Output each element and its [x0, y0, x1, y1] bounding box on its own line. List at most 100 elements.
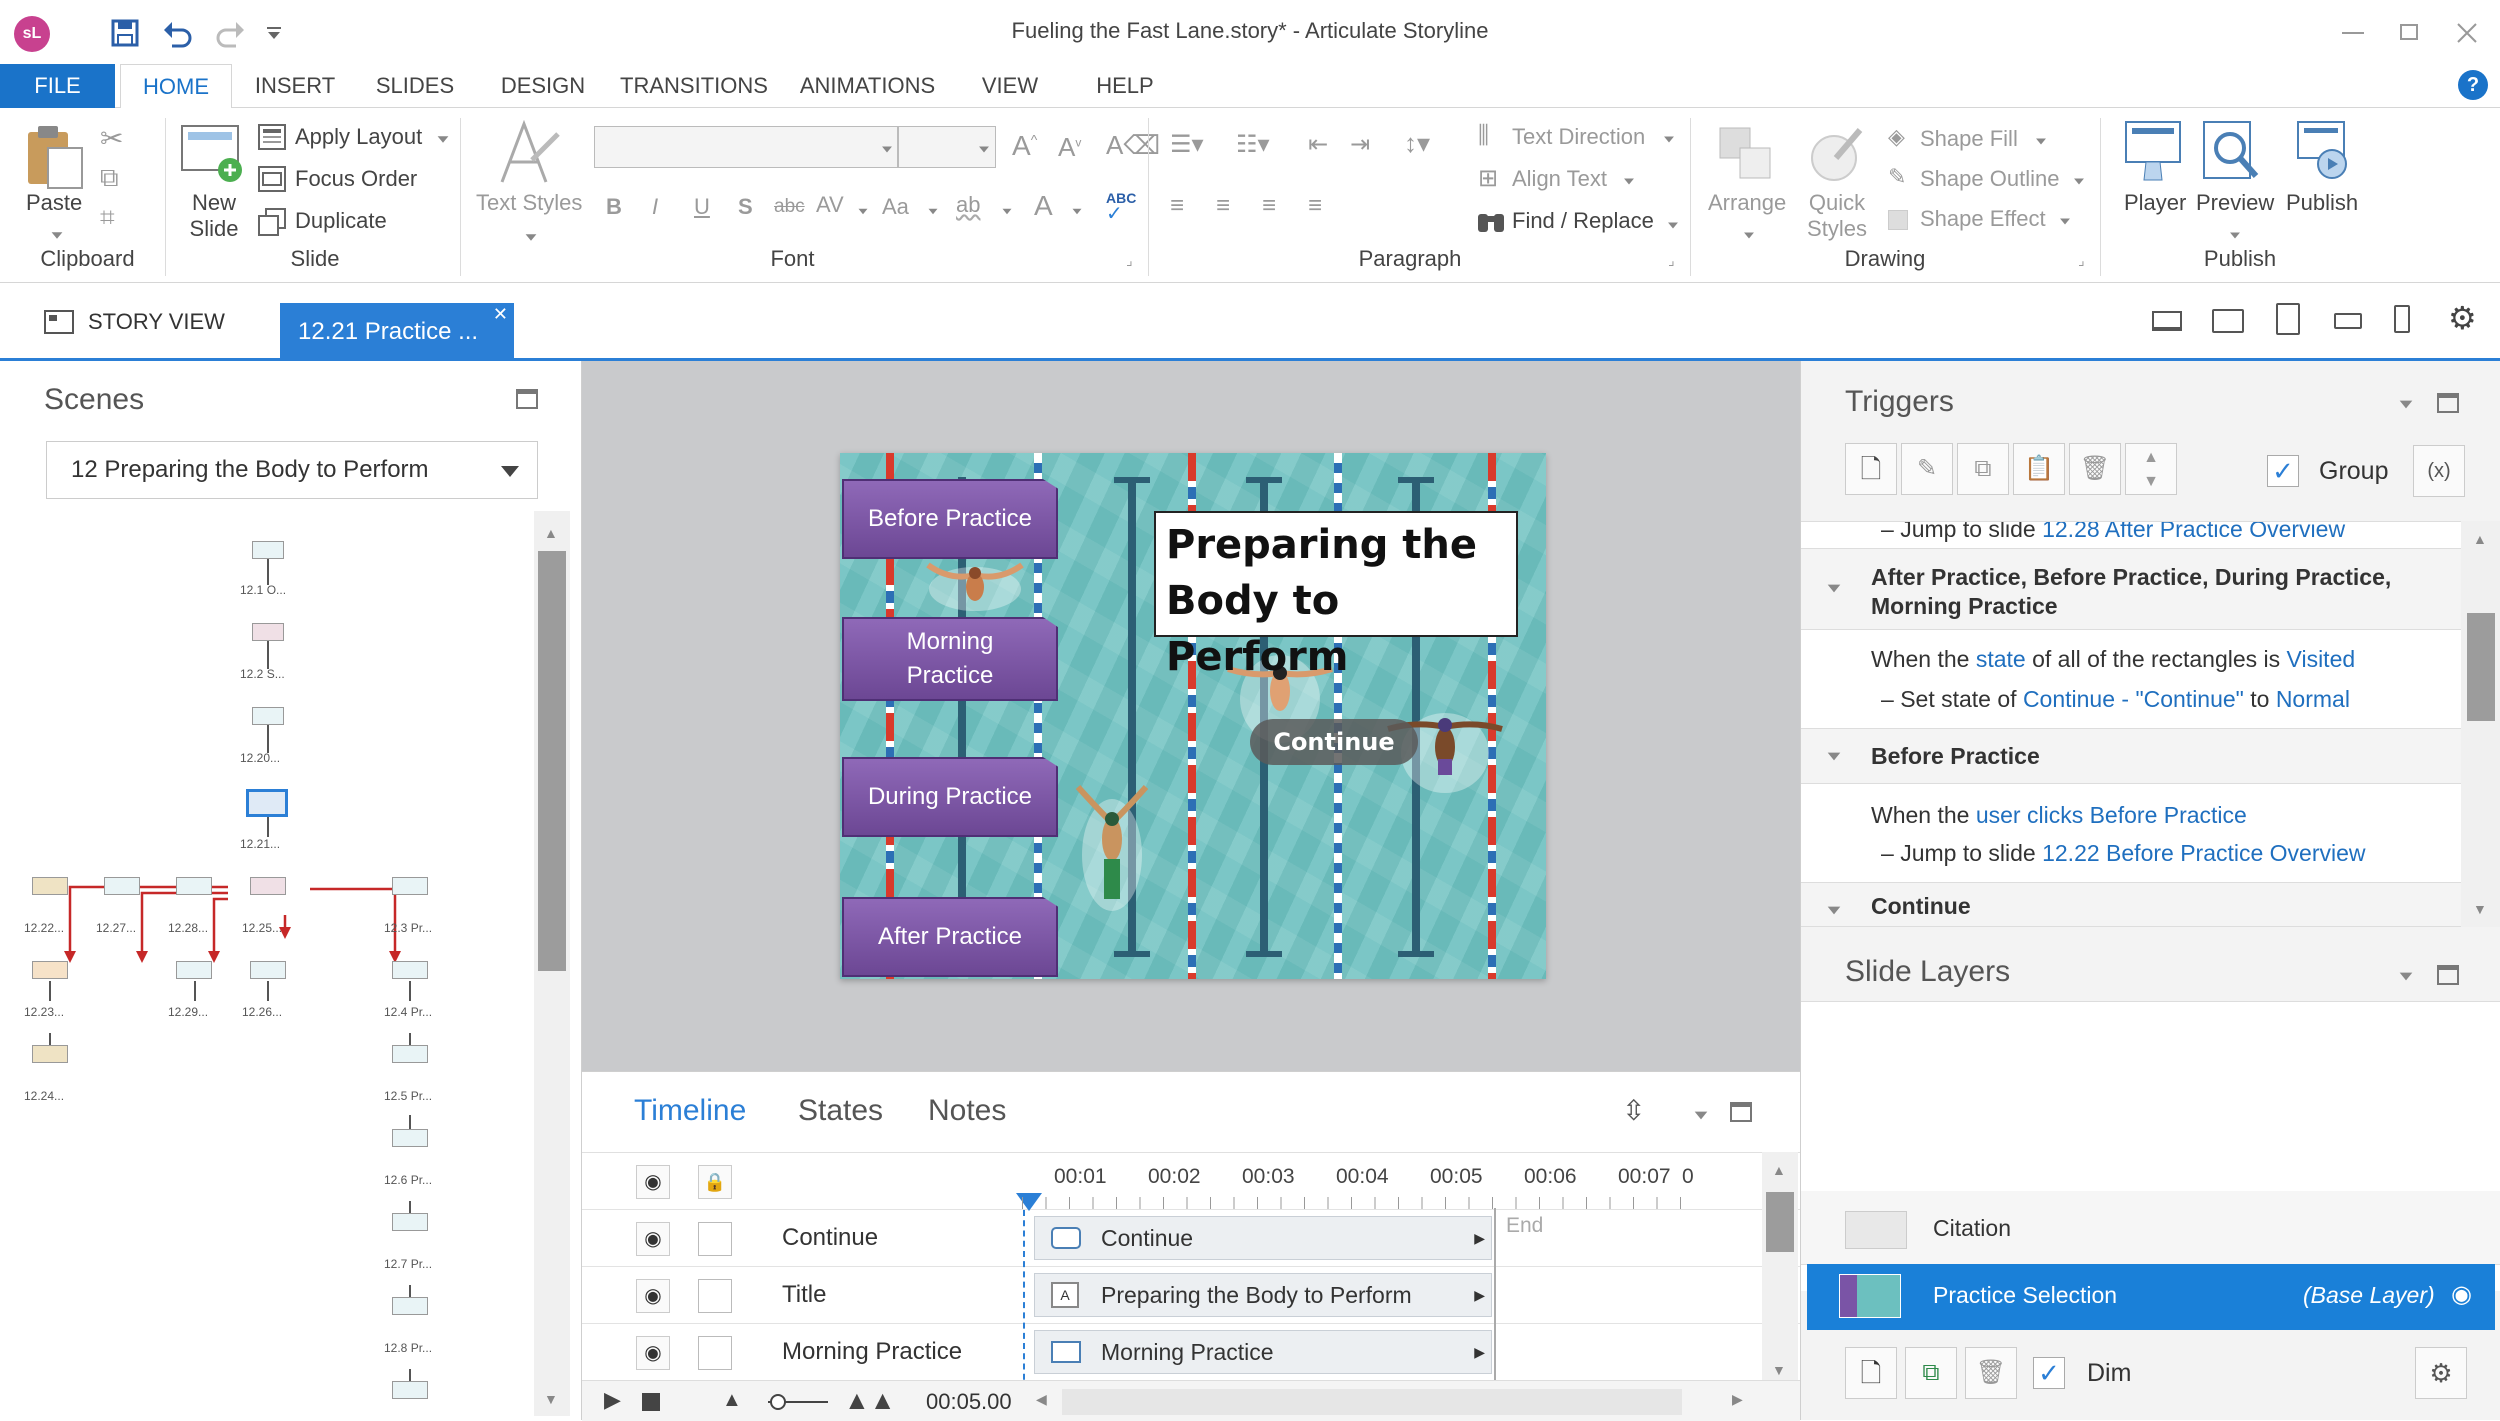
h-scroll-left[interactable]: ◀ [1036, 1391, 1047, 1408]
numbering-icon[interactable]: ☷▾ [1236, 130, 1270, 159]
scroll-down-arrow[interactable]: ▼ [1772, 1362, 1786, 1378]
scene-node-12-2[interactable] [252, 623, 284, 641]
text-direction-button[interactable]: Text Direction [1512, 124, 1645, 150]
scroll-up-arrow[interactable]: ▲ [2473, 531, 2487, 547]
trigger-section-header[interactable]: Continue [1801, 882, 2461, 926]
copy-trigger-icon[interactable]: ⧉ [1957, 443, 2009, 495]
bold-button[interactable]: B [606, 194, 622, 220]
scene-node-12-24[interactable] [32, 1045, 68, 1063]
delete-layer-icon[interactable]: 🗑 [1965, 1347, 2017, 1399]
expand-arrow-icon[interactable]: ▶ [1474, 1217, 1485, 1259]
apply-layout-button[interactable]: Apply Layout [295, 124, 422, 150]
timeline-row[interactable]: ◉ Title A Preparing the Body to Perform … [582, 1267, 1800, 1324]
tab-timeline[interactable]: Timeline [634, 1094, 746, 1128]
tab-design[interactable]: DESIGN [488, 64, 598, 108]
scene-node-12-1[interactable] [252, 541, 284, 559]
shape-outline-dropdown[interactable] [2074, 178, 2084, 185]
char-spacing-dropdown[interactable] [858, 208, 868, 215]
paragraph-dialog-launcher[interactable]: ⌟ [1668, 252, 1675, 269]
shape-fill-dropdown[interactable] [2036, 138, 2046, 145]
quick-styles-icon[interactable] [1806, 124, 1866, 184]
row-lock-checkbox[interactable] [698, 1279, 732, 1313]
scene-node-12-25[interactable] [250, 877, 286, 895]
shadow-button[interactable]: S [738, 194, 753, 220]
line-spacing-icon[interactable]: ↕▾ [1404, 128, 1430, 159]
player-button[interactable]: Player [2124, 190, 2186, 216]
device-tablet-landscape-icon[interactable] [2212, 309, 2244, 333]
scroll-up-arrow[interactable]: ▲ [544, 525, 558, 541]
tab-insert[interactable]: INSERT [242, 64, 348, 108]
tab-file[interactable]: FILE [0, 64, 115, 108]
text-styles-dropdown[interactable] [525, 234, 537, 241]
scroll-down-arrow[interactable]: ▼ [2473, 901, 2487, 917]
change-case-button[interactable]: Aa [882, 194, 909, 220]
scroll-up-arrow[interactable]: ▲ [1772, 1162, 1786, 1178]
italic-button[interactable]: I [652, 194, 658, 220]
underline-button[interactable]: U [694, 194, 710, 220]
morning-practice-button[interactable]: Morning Practice [842, 617, 1058, 701]
spell-check-icon[interactable]: ABC ✓ [1106, 190, 1136, 224]
row-eye-icon[interactable]: ◉ [636, 1222, 670, 1256]
trigger-section-header[interactable]: Before Practice [1801, 728, 2461, 784]
font-color-button[interactable]: A [1034, 190, 1053, 222]
slide[interactable]: Preparing the Body to Perform Continue B… [840, 453, 1546, 979]
cut-icon[interactable]: ✂ [100, 122, 123, 155]
h-scrollbar[interactable] [1062, 1389, 1682, 1415]
zoom-out-icon[interactable]: ▲ [722, 1389, 742, 1412]
triggers-menu-dropdown[interactable] [2399, 400, 2413, 409]
layers-popout-icon[interactable] [2437, 965, 2459, 985]
trigger-condition-line[interactable]: When the state of all of the rectangles … [1871, 646, 2355, 673]
new-layer-icon[interactable]: 🗋 [1845, 1347, 1897, 1399]
scene-node-12-22[interactable] [32, 877, 68, 895]
scene-node-12-27[interactable] [104, 877, 140, 895]
row-lock-checkbox[interactable] [698, 1336, 732, 1370]
decrease-indent-icon[interactable]: ⇤ [1308, 130, 1328, 159]
layers-menu-dropdown[interactable] [2399, 972, 2413, 981]
timeline-bar[interactable]: Morning Practice ▶ [1034, 1330, 1492, 1374]
align-right-icon[interactable]: ≡ [1262, 192, 1276, 220]
font-color-dropdown[interactable] [1072, 208, 1082, 215]
close-window-button[interactable] [2456, 22, 2478, 44]
expand-arrow-icon[interactable]: ▶ [1474, 1274, 1485, 1316]
font-family-dropdown[interactable] [882, 146, 892, 153]
shrink-font-icon[interactable]: Av [1058, 132, 1081, 163]
edit-trigger-icon[interactable]: ✎ [1901, 443, 1953, 495]
tab-slides[interactable]: SLIDES [360, 64, 470, 108]
scene-node-12-7[interactable] [392, 1297, 428, 1315]
highlight-dropdown[interactable] [1002, 208, 1012, 215]
layer-eye-icon[interactable]: ◉ [2451, 1280, 2472, 1309]
char-spacing-button[interactable]: AV [816, 192, 844, 218]
arrange-icon[interactable] [1718, 126, 1774, 182]
device-phone-landscape-icon[interactable] [2334, 313, 2362, 329]
trigger-section-header[interactable]: After Practice, Before Practice, During … [1801, 548, 2461, 630]
scene-node-12-23[interactable] [32, 961, 68, 979]
play-button[interactable]: ▶ [604, 1387, 621, 1413]
player-icon[interactable] [2122, 118, 2184, 184]
h-scroll-right[interactable]: ▶ [1732, 1391, 1743, 1408]
scene-node-12-8[interactable] [392, 1381, 428, 1399]
row-lock-checkbox[interactable] [698, 1222, 732, 1256]
scroll-thumb[interactable] [538, 551, 566, 971]
lock-all-icon[interactable]: 🔒 [698, 1165, 732, 1199]
group-checkbox[interactable]: ✓ [2267, 455, 2299, 487]
timeline-menu-dropdown[interactable] [1694, 1111, 1708, 1120]
shape-outline-button[interactable]: Shape Outline [1920, 166, 2059, 192]
focus-order-button[interactable]: Focus Order [295, 166, 417, 192]
story-view-tab[interactable]: STORY VIEW [44, 299, 225, 345]
stop-button[interactable] [642, 1393, 660, 1411]
device-phone-portrait-icon[interactable] [2394, 305, 2410, 333]
scene-node-12-21-selected[interactable] [246, 789, 288, 817]
font-dialog-launcher[interactable]: ⌟ [1126, 252, 1133, 269]
new-trigger-icon[interactable]: 🗋 [1845, 443, 1897, 495]
text-styles-button[interactable]: Text Styles [476, 190, 582, 216]
increase-indent-icon[interactable]: ⇥ [1350, 130, 1370, 159]
scene-node-12-4b[interactable] [392, 1045, 428, 1063]
end-marker[interactable] [1494, 1208, 1496, 1394]
paste-icon[interactable] [22, 122, 86, 192]
grow-font-icon[interactable]: A^ [1012, 130, 1037, 162]
duplicate-layer-icon[interactable]: ⧉ [1905, 1347, 1957, 1399]
shape-effect-button[interactable]: Shape Effect [1920, 206, 2046, 232]
scene-select[interactable]: 12 Preparing the Body to Perform [46, 441, 538, 499]
restore-button[interactable] [2400, 24, 2418, 40]
align-text-dropdown[interactable] [1624, 178, 1634, 185]
